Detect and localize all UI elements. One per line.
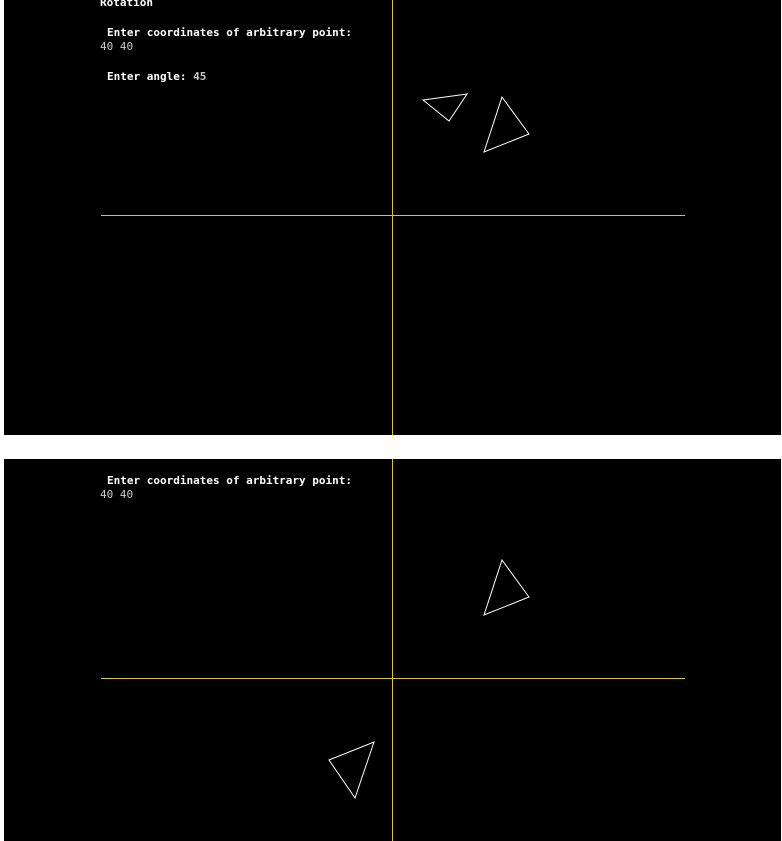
angle-prompt: Enter angle: 45 <box>107 71 206 83</box>
point-input[interactable]: 40 40 <box>100 41 133 53</box>
point-prompt: Enter coordinates of arbitrary point: <box>107 26 353 39</box>
angle-input[interactable]: 45 <box>193 70 206 83</box>
program-title: Rotation <box>100 0 153 9</box>
angle-prompt-label: Enter angle: <box>107 70 187 83</box>
rotated-triangle <box>328 741 375 800</box>
original-triangle <box>483 558 530 616</box>
point-prompt: Enter coordinates of arbitrary point: <box>107 474 353 487</box>
rotated-triangle <box>421 93 469 122</box>
original-triangle <box>483 95 530 153</box>
rotation-screen: Rotation Enter coordinates of arbitrary … <box>4 0 781 435</box>
point-input[interactable]: 40 40 <box>100 489 133 501</box>
rotation-screen-second: Enter coordinates of arbitrary point: 40… <box>4 459 781 841</box>
graphics-canvas <box>101 459 685 841</box>
graphics-canvas <box>101 0 685 435</box>
